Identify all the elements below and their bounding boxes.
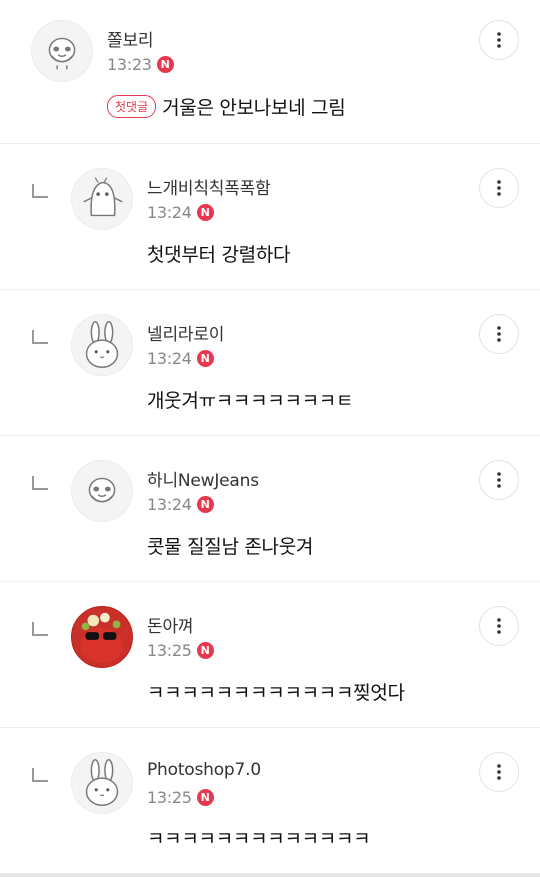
comment-text: 개웃겨ㅠㅋㅋㅋㅋㅋㅋㅋㅌ [147,390,354,412]
photo-avatar-icon [72,607,132,667]
character-avatar-icon [88,477,116,503]
new-badge-icon: N [196,789,214,806]
avatar[interactable] [71,168,133,230]
time-text: 13:25 [147,641,192,660]
avatar[interactable] [71,752,133,814]
reply-arrow-icon [32,476,48,490]
comment-time: 13:24 N [147,495,214,514]
more-options-button[interactable] [479,168,519,208]
avatar[interactable] [71,460,133,522]
comment-nickname[interactable]: 느개비칙칙폭폭함 [147,174,271,199]
reply-arrow-icon [32,330,48,344]
comment-nickname[interactable]: 쫄보리 [107,26,154,51]
more-vertical-icon [497,32,501,48]
more-vertical-icon [497,764,501,780]
reply-item: 돈아껴 13:25 N ㅋㅋㅋㅋㅋㅋㅋㅋㅋㅋㅋㅋ찢엇다 [0,582,540,728]
comment-nickname[interactable]: Photoshop7.0 [147,760,261,780]
new-badge-icon: N [196,642,214,659]
comment-nickname[interactable]: 넬리라로이 [147,320,224,345]
time-text: 13:24 [147,495,192,514]
character-avatar-icon [48,37,76,70]
avatar[interactable] [31,20,93,82]
bottom-divider [0,873,540,877]
more-vertical-icon [497,180,501,196]
time-text: 13:23 [107,55,152,74]
time-text: 13:24 [147,203,192,222]
reply-arrow-icon [32,622,48,636]
comment-body: 거울은 안보나보네 그림 [162,97,346,119]
comment-text: ㅋㅋㅋㅋㅋㅋㅋㅋㅋㅋㅋㅋ찢엇다 [147,682,405,704]
comment-text: ㅋㅋㅋㅋㅋㅋㅋㅋㅋㅋㅋㅋㅋ [147,828,371,850]
first-comment-tag: 첫댓글 [107,95,157,118]
bunny-avatar-icon [85,759,119,806]
comment-text: 첫댓글 거울은 안보나보네 그림 [107,93,346,120]
reply-item: Photoshop7.0 13:25 N ㅋㅋㅋㅋㅋㅋㅋㅋㅋㅋㅋㅋㅋ [0,728,540,873]
comment-text: 첫댓부터 강렬하다 [147,244,291,266]
comment-time: 13:24 N [147,203,214,222]
reply-item: 느개비칙칙폭폭함 13:24 N 첫댓부터 강렬하다 [0,144,540,290]
more-vertical-icon [497,326,501,342]
comment-text: 콧물 질질남 존나웃겨 [147,536,314,558]
comment-time: 13:25 N [147,641,214,660]
reply-arrow-icon [32,768,48,782]
new-badge-icon: N [156,56,174,73]
reply-item: 하니NewJeans 13:24 N 콧물 질질남 존나웃겨 [0,436,540,582]
more-options-button[interactable] [479,752,519,792]
reply-arrow-icon [32,184,48,198]
more-vertical-icon [497,472,501,488]
time-text: 13:25 [147,788,192,807]
comment-item: 쫄보리 13:23 N 첫댓글 거울은 안보나보네 그림 [0,0,540,144]
more-vertical-icon [497,618,501,634]
comment-time: 13:25 N [147,788,214,807]
more-options-button[interactable] [479,20,519,60]
more-options-button[interactable] [479,460,519,500]
comment-nickname[interactable]: 하니NewJeans [147,466,259,491]
comment-nickname[interactable]: 돈아껴 [147,612,194,637]
new-badge-icon: N [196,496,214,513]
comment-time: 13:23 N [107,55,174,74]
time-text: 13:24 [147,349,192,368]
bunny-avatar-icon [85,321,119,368]
reply-item: 넬리라로이 13:24 N 개웃겨ㅠㅋㅋㅋㅋㅋㅋㅋㅌ [0,290,540,436]
character-avatar-icon [83,177,123,217]
more-options-button[interactable] [479,314,519,354]
avatar[interactable] [71,606,133,668]
comment-time: 13:24 N [147,349,214,368]
new-badge-icon: N [196,350,214,367]
more-options-button[interactable] [479,606,519,646]
new-badge-icon: N [196,204,214,221]
avatar[interactable] [71,314,133,376]
